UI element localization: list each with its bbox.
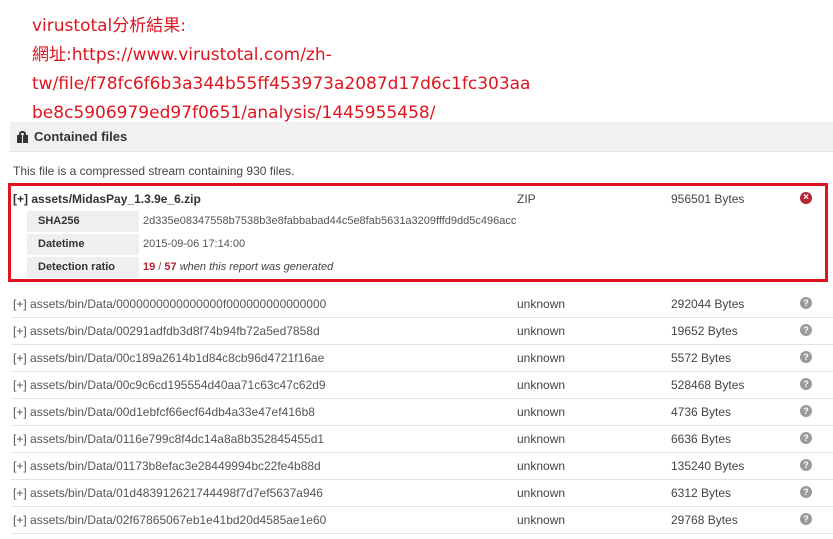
ratio-positives: 19 bbox=[143, 261, 156, 273]
file-row[interactable]: [+] assets/bin/Data/0000000000000000f000… bbox=[11, 291, 833, 318]
gift-icon bbox=[16, 130, 29, 143]
datetime-label: Datetime bbox=[27, 234, 139, 255]
expand-toggle[interactable]: [+] bbox=[13, 432, 27, 446]
detection-ratio-value: 19 / 57 when this report was generated bbox=[143, 257, 333, 278]
file-type: unknown bbox=[517, 486, 566, 500]
file-type: unknown bbox=[517, 459, 566, 473]
question-icon: ? bbox=[800, 378, 812, 390]
file-size: 5572 Bytes bbox=[671, 351, 732, 365]
file-path: assets/bin/Data/00c9c6cd195554d40aa71c63… bbox=[30, 378, 326, 392]
file-size: 6636 Bytes bbox=[671, 432, 732, 446]
section-title: Contained files bbox=[34, 129, 128, 144]
file-name[interactable]: [+] assets/bin/Data/0000000000000000f000… bbox=[13, 297, 326, 311]
file-type: unknown bbox=[517, 405, 566, 419]
file-size: 956501 Bytes bbox=[671, 192, 745, 206]
file-type: unknown bbox=[517, 378, 566, 392]
file-row[interactable]: [+] assets/bin/Data/0116e799c8f4dc14a8a8… bbox=[11, 426, 833, 453]
expand-toggle[interactable]: [+] bbox=[13, 405, 27, 419]
file-size: 292044 Bytes bbox=[671, 297, 745, 311]
question-icon: ? bbox=[800, 351, 812, 363]
expand-toggle[interactable]: [+] bbox=[13, 486, 27, 500]
file-name[interactable]: [+] assets/bin/Data/00c189a2614b1d84c8cb… bbox=[13, 351, 324, 365]
expand-toggle[interactable]: [+] bbox=[13, 351, 27, 365]
file-type: ZIP bbox=[517, 192, 536, 206]
question-icon: ? bbox=[800, 297, 812, 309]
file-path: assets/bin/Data/0116e799c8f4dc14a8a8b352… bbox=[30, 432, 325, 446]
files-summary: This file is a compressed stream contain… bbox=[13, 164, 295, 178]
question-icon: ? bbox=[800, 486, 812, 498]
file-row[interactable]: [+] assets/bin/Data/02f67865067eb1e41bd2… bbox=[11, 507, 833, 534]
annotation-line: tw/file/f78fc6f6b3a344b55ff453973a2087d1… bbox=[32, 74, 531, 94]
question-icon: ? bbox=[800, 459, 812, 471]
file-name[interactable]: [+] assets/bin/Data/02f67865067eb1e41bd2… bbox=[13, 513, 326, 527]
file-name[interactable]: [+] assets/bin/Data/00d1ebfcf66ecf64db4a… bbox=[13, 405, 315, 419]
question-icon: ? bbox=[800, 513, 812, 525]
sha256-label: SHA256 bbox=[27, 211, 139, 232]
file-path: assets/bin/Data/01d483912621744498f7d7ef… bbox=[30, 486, 323, 500]
file-size: 135240 Bytes bbox=[671, 459, 745, 473]
annotation-text: virustotal分析結果: 網址:https://www.virustota… bbox=[32, 12, 822, 128]
expand-toggle[interactable]: [+] bbox=[13, 378, 27, 392]
contained-files-header: Contained files bbox=[10, 122, 833, 152]
file-size: 4736 Bytes bbox=[671, 405, 732, 419]
file-size: 528468 Bytes bbox=[671, 378, 745, 392]
expand-toggle[interactable]: [+] bbox=[13, 192, 28, 206]
close-circle-icon: × bbox=[800, 192, 812, 204]
file-row[interactable]: [+] assets/bin/Data/00c189a2614b1d84c8cb… bbox=[11, 345, 833, 372]
annotation-line: virustotal分析結果: bbox=[32, 16, 187, 36]
file-path: assets/bin/Data/01173b8efac3e28449994bc2… bbox=[30, 459, 321, 473]
question-icon: ? bbox=[800, 432, 812, 444]
file-row[interactable]: [+] assets/bin/Data/01d483912621744498f7… bbox=[11, 480, 833, 507]
file-path: assets/bin/Data/00d1ebfcf66ecf64db4a33e4… bbox=[30, 405, 315, 419]
file-name[interactable]: [+] assets/bin/Data/01173b8efac3e2844999… bbox=[13, 459, 321, 473]
file-type: unknown bbox=[517, 513, 566, 527]
file-name[interactable]: [+] assets/bin/Data/00291adfdb3d8f74b94f… bbox=[13, 324, 320, 338]
file-path: assets/bin/Data/00291adfdb3d8f74b94fb72a… bbox=[30, 324, 320, 338]
file-type: unknown bbox=[517, 432, 566, 446]
file-name[interactable]: [+] assets/bin/Data/00c9c6cd195554d40aa7… bbox=[13, 378, 326, 392]
file-path: assets/bin/Data/02f67865067eb1e41bd20d45… bbox=[30, 513, 327, 527]
file-size: 29768 Bytes bbox=[671, 513, 738, 527]
file-path: assets/bin/Data/00c189a2614b1d84c8cb96d4… bbox=[30, 351, 325, 365]
file-size: 19652 Bytes bbox=[671, 324, 738, 338]
detection-ratio-label: Detection ratio bbox=[27, 257, 139, 278]
file-row[interactable]: [+] assets/bin/Data/00291adfdb3d8f74b94f… bbox=[11, 318, 833, 345]
file-row[interactable]: [+] assets/bin/Data/01173b8efac3e2844999… bbox=[11, 453, 833, 480]
expand-toggle[interactable]: [+] bbox=[13, 513, 27, 527]
file-name[interactable]: [+] assets/bin/Data/0116e799c8f4dc14a8a8… bbox=[13, 432, 324, 446]
file-path: assets/MidasPay_1.3.9e_6.zip bbox=[31, 192, 201, 206]
file-type: unknown bbox=[517, 324, 566, 338]
file-row[interactable]: [+] assets/bin/Data/00d1ebfcf66ecf64db4a… bbox=[11, 399, 833, 426]
datetime-value: 2015-09-06 17:14:00 bbox=[143, 238, 246, 250]
file-type: unknown bbox=[517, 351, 566, 365]
file-name[interactable]: [+] assets/MidasPay_1.3.9e_6.zip bbox=[13, 192, 201, 206]
annotation-line: 網址:https://www.virustotal.com/zh- bbox=[32, 45, 332, 65]
ratio-suffix: when this report was generated bbox=[176, 261, 334, 273]
file-row[interactable]: [+] assets/bin/Data/00c9c6cd195554d40aa7… bbox=[11, 372, 833, 399]
file-size: 6312 Bytes bbox=[671, 486, 732, 500]
question-icon: ? bbox=[800, 405, 812, 417]
question-icon: ? bbox=[800, 324, 812, 336]
file-type: unknown bbox=[517, 297, 566, 311]
ratio-total: 57 bbox=[164, 261, 177, 273]
expand-toggle[interactable]: [+] bbox=[13, 297, 27, 311]
sha256-value: 2d335e08347558b7538b3e8fabbabad44c5e8fab… bbox=[143, 215, 517, 227]
expand-toggle[interactable]: [+] bbox=[13, 459, 27, 473]
expand-toggle[interactable]: [+] bbox=[13, 324, 27, 338]
file-row-highlighted[interactable]: [+] assets/MidasPay_1.3.9e_6.zip ZIP 956… bbox=[11, 186, 833, 213]
file-path: assets/bin/Data/0000000000000000f0000000… bbox=[30, 297, 327, 311]
file-name[interactable]: [+] assets/bin/Data/01d483912621744498f7… bbox=[13, 486, 323, 500]
